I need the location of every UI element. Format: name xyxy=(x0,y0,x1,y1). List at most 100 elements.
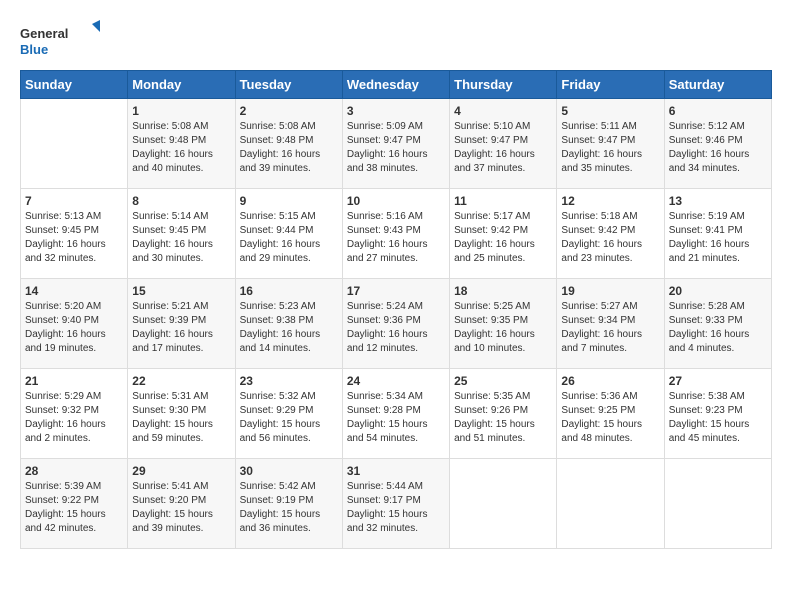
calendar-week-1: 1 Sunrise: 5:08 AM Sunset: 9:48 PM Daylig… xyxy=(21,99,772,189)
calendar-cell: 29Sunrise: 5:41 AM Sunset: 9:20 PM Dayli… xyxy=(128,459,235,549)
day-info: Sunrise: 5:36 AM Sunset: 9:25 PM Dayligh… xyxy=(561,390,659,446)
day-number: 12 xyxy=(561,194,659,208)
calendar-cell: 18 Sunrise: 5:25 AM Sunset: 9:35 PM Dayli… xyxy=(450,279,557,369)
calendar-cell: 24 Sunrise: 5:34 AM Sunset: 9:28 PM Dayli… xyxy=(342,369,449,459)
calendar-cell: 15 Sunrise: 5:21 AM Sunset: 9:39 PM Dayli… xyxy=(128,279,235,369)
day-number: 23 xyxy=(240,374,338,388)
day-info: Sunrise: 5:08 AM Sunset: 9:48 PM Dayligh… xyxy=(132,120,230,176)
day-info: Sunrise: 5:17 AM Sunset: 9:42 PM Dayligh… xyxy=(454,210,552,266)
calendar-table: SundayMondayTuesdayWednesdayThursdayFrid… xyxy=(20,70,772,549)
day-number: 27 xyxy=(669,374,767,388)
day-info: Sunrise: 5:35 AM Sunset: 9:26 PM Dayligh… xyxy=(454,390,552,446)
day-number: 30 xyxy=(240,464,338,478)
day-number: 11 xyxy=(454,194,552,208)
weekday-header-friday: Friday xyxy=(557,71,664,99)
calendar-cell: 11 Sunrise: 5:17 AM Sunset: 9:42 PM Dayli… xyxy=(450,189,557,279)
calendar-cell xyxy=(557,459,664,549)
day-info: Sunrise: 5:20 AM Sunset: 9:40 PM Dayligh… xyxy=(25,300,123,356)
logo: General Blue xyxy=(20,20,100,60)
weekday-header-tuesday: Tuesday xyxy=(235,71,342,99)
day-info: Sunrise: 5:08 AM Sunset: 9:48 PM Dayligh… xyxy=(240,120,338,176)
calendar-cell: 7 Sunrise: 5:13 AM Sunset: 9:45 PM Daylig… xyxy=(21,189,128,279)
day-number: 21 xyxy=(25,374,123,388)
calendar-cell: 23 Sunrise: 5:32 AM Sunset: 9:29 PM Dayli… xyxy=(235,369,342,459)
day-info: Sunrise: 5:15 AM Sunset: 9:44 PM Dayligh… xyxy=(240,210,338,266)
day-info: Sunrise: 5:11 AM Sunset: 9:47 PM Dayligh… xyxy=(561,120,659,176)
calendar-cell: 22Sunrise: 5:31 AM Sunset: 9:30 PM Dayli… xyxy=(128,369,235,459)
calendar-cell: 8 Sunrise: 5:14 AM Sunset: 9:45 PM Daylig… xyxy=(128,189,235,279)
calendar-cell: 2 Sunrise: 5:08 AM Sunset: 9:48 PM Daylig… xyxy=(235,99,342,189)
day-info: Sunrise: 5:34 AM Sunset: 9:28 PM Dayligh… xyxy=(347,390,445,446)
calendar-week-4: 21 Sunrise: 5:29 AM Sunset: 9:32 PM Dayli… xyxy=(21,369,772,459)
day-number: 20 xyxy=(669,284,767,298)
day-number: 14 xyxy=(25,284,123,298)
calendar-cell: 19Sunrise: 5:27 AM Sunset: 9:34 PM Dayli… xyxy=(557,279,664,369)
calendar-cell: 20Sunrise: 5:28 AM Sunset: 9:33 PM Dayli… xyxy=(664,279,771,369)
day-number: 19 xyxy=(561,284,659,298)
day-number: 18 xyxy=(454,284,552,298)
day-number: 17 xyxy=(347,284,445,298)
day-number: 13 xyxy=(669,194,767,208)
day-number: 6 xyxy=(669,104,767,118)
day-info: Sunrise: 5:10 AM Sunset: 9:47 PM Dayligh… xyxy=(454,120,552,176)
day-info: Sunrise: 5:18 AM Sunset: 9:42 PM Dayligh… xyxy=(561,210,659,266)
calendar-week-2: 7 Sunrise: 5:13 AM Sunset: 9:45 PM Daylig… xyxy=(21,189,772,279)
day-number: 2 xyxy=(240,104,338,118)
day-info: Sunrise: 5:44 AM Sunset: 9:17 PM Dayligh… xyxy=(347,480,445,536)
calendar-cell: 10Sunrise: 5:16 AM Sunset: 9:43 PM Dayli… xyxy=(342,189,449,279)
day-info: Sunrise: 5:24 AM Sunset: 9:36 PM Dayligh… xyxy=(347,300,445,356)
day-info: Sunrise: 5:14 AM Sunset: 9:45 PM Dayligh… xyxy=(132,210,230,266)
day-number: 7 xyxy=(25,194,123,208)
calendar-cell: 21 Sunrise: 5:29 AM Sunset: 9:32 PM Dayli… xyxy=(21,369,128,459)
day-number: 22 xyxy=(132,374,230,388)
calendar-week-5: 28Sunrise: 5:39 AM Sunset: 9:22 PM Dayli… xyxy=(21,459,772,549)
weekday-header-thursday: Thursday xyxy=(450,71,557,99)
calendar-cell: 14 Sunrise: 5:20 AM Sunset: 9:40 PM Dayli… xyxy=(21,279,128,369)
day-number: 28 xyxy=(25,464,123,478)
calendar-cell: 27 Sunrise: 5:38 AM Sunset: 9:23 PM Dayli… xyxy=(664,369,771,459)
calendar-cell: 12 Sunrise: 5:18 AM Sunset: 9:42 PM Dayli… xyxy=(557,189,664,279)
calendar-cell: 6Sunrise: 5:12 AM Sunset: 9:46 PM Daylig… xyxy=(664,99,771,189)
logo-svg: General Blue xyxy=(20,20,100,60)
day-info: Sunrise: 5:32 AM Sunset: 9:29 PM Dayligh… xyxy=(240,390,338,446)
calendar-cell: 3Sunrise: 5:09 AM Sunset: 9:47 PM Daylig… xyxy=(342,99,449,189)
day-info: Sunrise: 5:29 AM Sunset: 9:32 PM Dayligh… xyxy=(25,390,123,446)
calendar-cell: 17 Sunrise: 5:24 AM Sunset: 9:36 PM Dayli… xyxy=(342,279,449,369)
weekday-header-sunday: Sunday xyxy=(21,71,128,99)
day-info: Sunrise: 5:38 AM Sunset: 9:23 PM Dayligh… xyxy=(669,390,767,446)
calendar-cell xyxy=(664,459,771,549)
calendar-cell: 31 Sunrise: 5:44 AM Sunset: 9:17 PM Dayli… xyxy=(342,459,449,549)
calendar-cell: 28Sunrise: 5:39 AM Sunset: 9:22 PM Dayli… xyxy=(21,459,128,549)
day-number: 16 xyxy=(240,284,338,298)
calendar-cell: 26 Sunrise: 5:36 AM Sunset: 9:25 PM Dayli… xyxy=(557,369,664,459)
day-info: Sunrise: 5:13 AM Sunset: 9:45 PM Dayligh… xyxy=(25,210,123,266)
day-info: Sunrise: 5:23 AM Sunset: 9:38 PM Dayligh… xyxy=(240,300,338,356)
calendar-week-3: 14 Sunrise: 5:20 AM Sunset: 9:40 PM Dayli… xyxy=(21,279,772,369)
calendar-cell xyxy=(450,459,557,549)
page-header: General Blue xyxy=(20,20,772,60)
day-number: 24 xyxy=(347,374,445,388)
day-number: 4 xyxy=(454,104,552,118)
calendar-cell: 25 Sunrise: 5:35 AM Sunset: 9:26 PM Dayli… xyxy=(450,369,557,459)
day-number: 3 xyxy=(347,104,445,118)
day-info: Sunrise: 5:19 AM Sunset: 9:41 PM Dayligh… xyxy=(669,210,767,266)
day-info: Sunrise: 5:21 AM Sunset: 9:39 PM Dayligh… xyxy=(132,300,230,356)
day-number: 1 xyxy=(132,104,230,118)
day-number: 9 xyxy=(240,194,338,208)
calendar-cell: 30Sunrise: 5:42 AM Sunset: 9:19 PM Dayli… xyxy=(235,459,342,549)
day-number: 15 xyxy=(132,284,230,298)
day-number: 29 xyxy=(132,464,230,478)
day-info: Sunrise: 5:25 AM Sunset: 9:35 PM Dayligh… xyxy=(454,300,552,356)
day-number: 8 xyxy=(132,194,230,208)
svg-text:General: General xyxy=(20,26,68,41)
calendar-cell xyxy=(21,99,128,189)
day-number: 25 xyxy=(454,374,552,388)
day-number: 31 xyxy=(347,464,445,478)
calendar-cell: 13 Sunrise: 5:19 AM Sunset: 9:41 PM Dayli… xyxy=(664,189,771,279)
calendar-cell: 1 Sunrise: 5:08 AM Sunset: 9:48 PM Daylig… xyxy=(128,99,235,189)
day-number: 5 xyxy=(561,104,659,118)
calendar-cell: 5 Sunrise: 5:11 AM Sunset: 9:47 PM Daylig… xyxy=(557,99,664,189)
day-number: 26 xyxy=(561,374,659,388)
weekday-header-wednesday: Wednesday xyxy=(342,71,449,99)
svg-text:Blue: Blue xyxy=(20,42,48,57)
